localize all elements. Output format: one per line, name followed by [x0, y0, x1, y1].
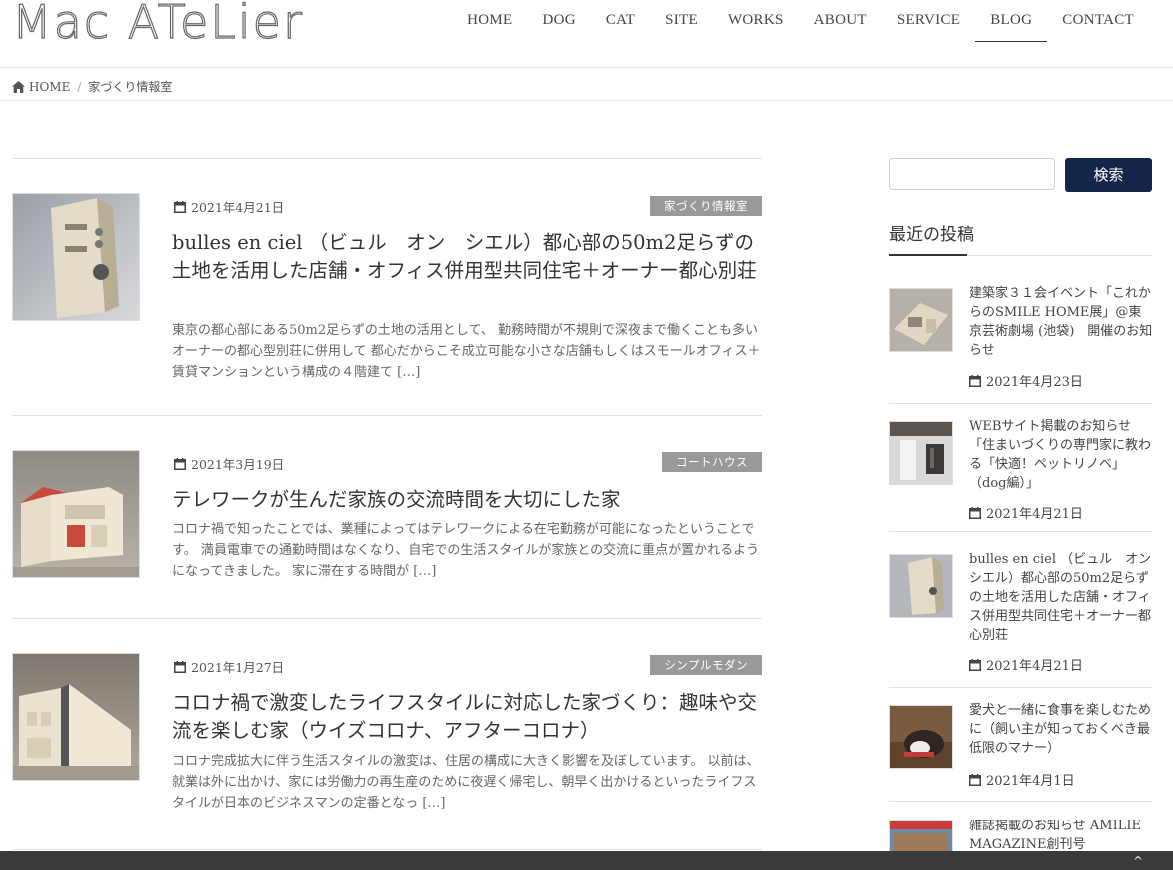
recent-post-date-text: 2021年4月21日 — [986, 507, 1083, 522]
post-date: 2021年1月27日 — [174, 657, 284, 676]
site-header: Mac ATeLier HOME DOG CAT SITE WORKS ABOU… — [0, 0, 1173, 68]
recent-post-date: 2021年4月21日 — [969, 655, 1083, 674]
post-title[interactable]: bulles en ciel （ビュル オン シエル）都心部の50m2足らずの土… — [172, 229, 762, 285]
recent-post-thumbnail[interactable] — [889, 820, 953, 851]
recent-post-item[interactable]: 雑誌掲載のお知らせ AMILIE MAGAZINE創刊号 — [889, 820, 1152, 851]
breadcrumb-current: 家づくり情報室 — [88, 80, 173, 94]
nav-about[interactable]: ABOUT — [799, 0, 882, 42]
recent-post-date-text: 2021年4月1日 — [986, 774, 1075, 789]
breadcrumb: HOME / 家づくり情報室 — [0, 68, 1173, 101]
recent-post-date: 2021年4月23日 — [969, 371, 1083, 390]
recent-post-item[interactable]: WEBサイト掲載のお知らせ「住まいづくりの専門家に教わる「快適！ペットリノベ」（… — [889, 419, 1152, 532]
recent-post-title[interactable]: 雑誌掲載のお知らせ AMILIE MAGAZINE創刊号 — [969, 820, 1152, 851]
post-item: 2021年1月27日 シンプルモダン コロナ禍で激変したライフスタイルに対応した… — [12, 618, 762, 849]
post-item: 2021年4月21日 家づくり情報室 bulles en ciel （ビュル オ… — [12, 158, 762, 415]
post-date: 2021年4月21日 — [174, 197, 284, 216]
recent-post-thumbnail[interactable] — [889, 554, 953, 618]
breadcrumb-separator: / — [77, 79, 82, 94]
post-list: 2021年4月21日 家づくり情報室 bulles en ciel （ビュル オ… — [12, 158, 762, 851]
category-badge[interactable]: シンプルモダン — [650, 655, 762, 675]
post-excerpt: コロナ禍で知ったことでは、業種によってはテレワークによる在宅勤務が可能になったと… — [172, 522, 760, 579]
post-excerpt: 東京の都心部にある50m2足らずの土地の活用として、 勤務時間が不規則で深夜まで… — [172, 323, 761, 380]
widget-title-underline — [889, 254, 1152, 256]
search-button[interactable]: 検索 — [1065, 158, 1152, 192]
nav-works[interactable]: WORKS — [713, 0, 799, 42]
category-badge[interactable]: 家づくり情報室 — [650, 196, 762, 216]
nav-contact[interactable]: CONTACT — [1047, 0, 1149, 42]
post-thumbnail[interactable] — [12, 450, 140, 578]
recent-posts-title: 最近の投稿 — [889, 225, 974, 245]
recent-post-title[interactable]: 愛犬と一緒に食事を楽しむために（飼い主が知っておくべき最低限のマナー） — [969, 701, 1154, 758]
search-input[interactable] — [889, 158, 1055, 190]
recent-post-item[interactable]: 愛犬と一緒に食事を楽しむために（飼い主が知っておくべき最低限のマナー） 2021… — [889, 703, 1152, 802]
recent-post-date-text: 2021年4月21日 — [986, 659, 1083, 674]
recent-post-thumbnail[interactable] — [889, 288, 953, 352]
calendar-icon — [174, 200, 186, 213]
footer-bar: ^ — [0, 851, 1173, 870]
recent-post-date-text: 2021年4月23日 — [986, 375, 1083, 390]
calendar-icon — [174, 660, 186, 673]
recent-post-thumbnail[interactable] — [889, 705, 953, 769]
post-thumbnail[interactable] — [12, 653, 140, 781]
post-thumbnail[interactable] — [12, 193, 140, 321]
recent-post-date: 2021年4月21日 — [969, 503, 1083, 522]
nav-cat[interactable]: CAT — [591, 0, 650, 42]
calendar-icon — [174, 457, 186, 470]
post-date: 2021年3月19日 — [174, 454, 284, 473]
site-logo[interactable]: Mac ATeLier — [12, 0, 342, 44]
recent-post-title[interactable]: WEBサイト掲載のお知らせ「住まいづくりの専門家に教わる「快適！ペットリノベ」（… — [969, 417, 1154, 493]
calendar-icon — [969, 773, 981, 786]
post-date-text: 2021年3月19日 — [191, 457, 285, 472]
nav-blog[interactable]: BLOG — [975, 0, 1048, 42]
recent-post-date: 2021年4月1日 — [969, 770, 1075, 789]
nav-dog[interactable]: DOG — [527, 0, 590, 42]
back-to-top-icon[interactable]: ^ — [1133, 854, 1143, 868]
recent-post-title[interactable]: 建築家３１会イベント「これからのSMILE HOME展」@東京芸術劇場 (池袋)… — [969, 284, 1154, 360]
recent-post-thumbnail[interactable] — [889, 421, 953, 485]
calendar-icon — [969, 658, 981, 671]
post-item: 2021年3月19日 コートハウス テレワークが生んだ家族の交流時間を大切にした… — [12, 415, 762, 618]
post-title[interactable]: コロナ禍で激変したライフスタイルに対応した家づくり：趣味や交流を楽しむ家（ウイズ… — [172, 689, 762, 745]
main-nav: HOME DOG CAT SITE WORKS ABOUT SERVICE BL… — [452, 0, 1149, 42]
logo-wordmark: Mac ATeLier — [12, 0, 304, 44]
svg-text:Mac ATeLier: Mac ATeLier — [12, 0, 304, 44]
nav-service[interactable]: SERVICE — [882, 0, 975, 42]
category-badge[interactable]: コートハウス — [662, 452, 762, 472]
nav-home[interactable]: HOME — [452, 0, 527, 42]
post-excerpt: コロナ完成拡大に伴う生活スタイルの激変は、住居の構成に大きく影響を及ぼしています… — [172, 754, 760, 811]
nav-site[interactable]: SITE — [650, 0, 713, 42]
calendar-icon — [969, 506, 981, 519]
post-date-text: 2021年1月27日 — [191, 660, 285, 675]
recent-post-item[interactable]: bulles en ciel （ビュル オン シエル）都心部の50m2足らずの土… — [889, 552, 1164, 688]
home-icon — [12, 80, 25, 93]
breadcrumb-home[interactable]: HOME — [29, 80, 70, 94]
post-date-text: 2021年4月21日 — [191, 200, 285, 215]
recent-post-item[interactable]: 建築家３１会イベント「これからのSMILE HOME展」@東京芸術劇場 (池袋)… — [889, 286, 1152, 404]
calendar-icon — [969, 374, 981, 387]
recent-post-title[interactable]: bulles en ciel （ビュル オン シエル）都心部の50m2足らずの土… — [969, 550, 1164, 645]
post-title[interactable]: テレワークが生んだ家族の交流時間を大切にした家 — [172, 486, 762, 514]
